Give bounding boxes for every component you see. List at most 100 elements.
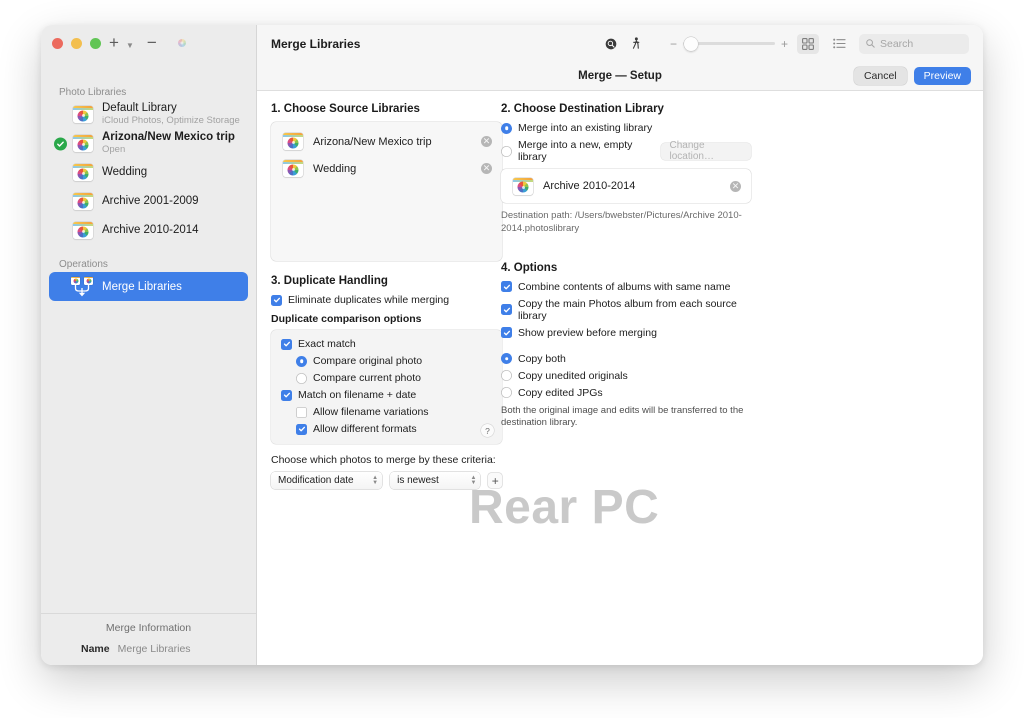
checkbox-checked-icon[interactable]: [296, 423, 307, 435]
checkbox-checked-icon[interactable]: [281, 389, 292, 401]
show-preview-row[interactable]: Show preview before merging: [501, 327, 751, 339]
criteria-field-select[interactable]: Modification date ▲ ▼: [271, 472, 383, 489]
source-libraries-list[interactable]: Arizona/New Mexico trip ✕ Wedding ✕: [271, 122, 502, 261]
chevron-down-icon[interactable]: ▼: [126, 41, 134, 50]
zoom-slider[interactable]: − +: [670, 36, 788, 51]
sidebar-toolbar: + ▼ −: [109, 34, 186, 51]
zoom-in-label[interactable]: +: [781, 38, 788, 50]
copy-unedited-row[interactable]: Copy unedited originals: [501, 370, 751, 382]
library-list: Default Library iCloud Photos, Optimize …: [41, 100, 256, 245]
setup-actions: Cancel Preview: [853, 67, 971, 85]
list-view-icon: [832, 38, 846, 49]
duplicate-comparison-header: Duplicate comparison options: [271, 313, 422, 325]
remove-library-button[interactable]: −: [147, 34, 157, 51]
checkbox-checked-icon[interactable]: [501, 281, 512, 293]
radio-selected-icon[interactable]: [296, 355, 307, 367]
search-badge-icon[interactable]: [605, 38, 617, 50]
help-button[interactable]: ?: [481, 424, 494, 437]
window-traffic-lights[interactable]: [52, 38, 101, 49]
checkbox-checked-icon[interactable]: [501, 304, 512, 316]
person-walking-icon[interactable]: [630, 36, 642, 51]
remove-destination-icon[interactable]: ✕: [730, 180, 741, 192]
radio-unselected-icon[interactable]: [501, 387, 512, 399]
step1-title: 1. Choose Source Libraries: [271, 103, 420, 115]
radio-selected-icon[interactable]: [501, 122, 512, 134]
active-library-checkmark-icon: [54, 137, 67, 150]
toolbar-right-controls: − + Search: [670, 25, 969, 62]
criteria-label: Choose which photos to merge by these cr…: [271, 454, 496, 466]
source-library-row[interactable]: Wedding ✕: [271, 155, 502, 182]
sidebar-item-archive-2010-2014[interactable]: Archive 2010-2014: [41, 216, 256, 245]
sidebar-section-operations: Operations: [59, 259, 108, 270]
compare-original-label: Compare original photo: [313, 355, 423, 367]
combine-albums-label: Combine contents of albums with same nam…: [518, 280, 731, 293]
minimize-window-button[interactable]: [71, 38, 82, 49]
chevron-updown-icon[interactable]: ▲ ▼: [471, 475, 477, 486]
zoom-slider-track[interactable]: [682, 36, 775, 51]
cancel-button[interactable]: Cancel: [853, 67, 907, 85]
remove-source-icon[interactable]: ✕: [481, 163, 492, 174]
radio-selected-icon[interactable]: [501, 353, 512, 365]
copy-both-row[interactable]: Copy both: [501, 353, 751, 365]
search-input[interactable]: Search: [859, 33, 969, 54]
sidebar-item-merge-libraries[interactable]: Merge Libraries: [49, 272, 248, 301]
change-location-button[interactable]: Change location…: [660, 140, 751, 162]
merge-new-row[interactable]: Merge into a new, empty library Change l…: [501, 139, 751, 163]
zoom-slider-thumb[interactable]: [683, 36, 698, 51]
source-library-row[interactable]: Arizona/New Mexico trip ✕: [271, 128, 502, 155]
preview-button[interactable]: Preview: [913, 67, 971, 85]
info-value: Merge Libraries: [117, 643, 191, 655]
merge-information-panel: Merge Information Name Merge Libraries: [41, 613, 256, 665]
sidebar-item-archive-2001-2009[interactable]: Archive 2001-2009: [41, 187, 256, 216]
zoom-window-button[interactable]: [90, 38, 101, 49]
zoom-out-label[interactable]: −: [670, 38, 677, 50]
photos-library-icon: [283, 133, 303, 150]
toolbar-center-icons: [605, 25, 642, 62]
library-subtitle: iCloud Photos, Optimize Storage: [102, 114, 240, 126]
app-window: + ▼ − Photo Libraries Default Library iC…: [41, 25, 983, 665]
destination-library-box[interactable]: Archive 2010-2014 ✕: [501, 169, 751, 203]
destination-path: Destination path: /Users/bwebster/Pictur…: [501, 210, 742, 234]
compare-current-row[interactable]: Compare current photo: [281, 372, 492, 384]
source-library-name: Arizona/New Mexico trip: [313, 135, 432, 148]
exact-match-label: Exact match: [298, 338, 356, 350]
radio-unselected-icon[interactable]: [501, 145, 512, 157]
grid-view-button[interactable]: [797, 33, 819, 54]
main-area: Merge Libraries − + Search Merge — Setup…: [257, 25, 983, 665]
copy-main-album-row[interactable]: Copy the main Photos album from each sou…: [501, 298, 751, 322]
criteria-comparator-select[interactable]: is newest ▲ ▼: [390, 472, 481, 489]
copy-edited-row[interactable]: Copy edited JPGs: [501, 387, 751, 399]
compare-current-label: Compare current photo: [313, 372, 421, 384]
match-filename-date-row[interactable]: Match on filename + date: [281, 389, 492, 401]
radio-unselected-icon[interactable]: [501, 370, 512, 382]
remove-source-icon[interactable]: ✕: [481, 136, 492, 147]
checkbox-checked-icon[interactable]: [501, 327, 512, 339]
copy-unedited-label: Copy unedited originals: [518, 369, 628, 382]
combine-albums-row[interactable]: Combine contents of albums with same nam…: [501, 281, 751, 293]
close-window-button[interactable]: [52, 38, 63, 49]
compare-original-row[interactable]: Compare original photo: [281, 355, 492, 367]
radio-unselected-icon[interactable]: [296, 372, 307, 384]
chevron-updown-icon[interactable]: ▲ ▼: [372, 475, 378, 486]
eliminate-duplicates-row[interactable]: Eliminate duplicates while merging: [271, 294, 502, 306]
sidebar-item-arizona-new-mexico-trip[interactable]: Arizona/New Mexico trip Open: [41, 129, 256, 158]
checkbox-checked-icon[interactable]: [271, 294, 282, 306]
sidebar-item-wedding[interactable]: Wedding: [41, 158, 256, 187]
library-name: Arizona/New Mexico trip: [102, 131, 235, 144]
photos-library-icon: [73, 193, 93, 210]
exact-match-row[interactable]: Exact match: [281, 338, 492, 350]
merge-information-title: Merge Information: [105, 622, 192, 634]
destination-library-row[interactable]: Archive 2010-2014 ✕: [501, 173, 751, 200]
add-criteria-button[interactable]: +: [488, 473, 502, 488]
add-library-button[interactable]: +: [109, 34, 119, 51]
merge-existing-row[interactable]: Merge into an existing library: [501, 122, 751, 134]
copy-main-album-label: Copy the main Photos album from each sou…: [518, 297, 737, 322]
sidebar-item-default-library[interactable]: Default Library iCloud Photos, Optimize …: [41, 100, 256, 129]
allow-filename-variations-row[interactable]: Allow filename variations: [281, 406, 492, 418]
checkbox-unchecked-icon[interactable]: [296, 406, 307, 418]
checkbox-checked-icon[interactable]: [281, 338, 292, 350]
allow-different-formats-row[interactable]: Allow different formats: [281, 423, 492, 435]
list-view-button[interactable]: [828, 34, 850, 54]
merge-information-name-row: Name Merge Libraries: [53, 643, 244, 655]
photos-library-icon: [73, 164, 93, 181]
